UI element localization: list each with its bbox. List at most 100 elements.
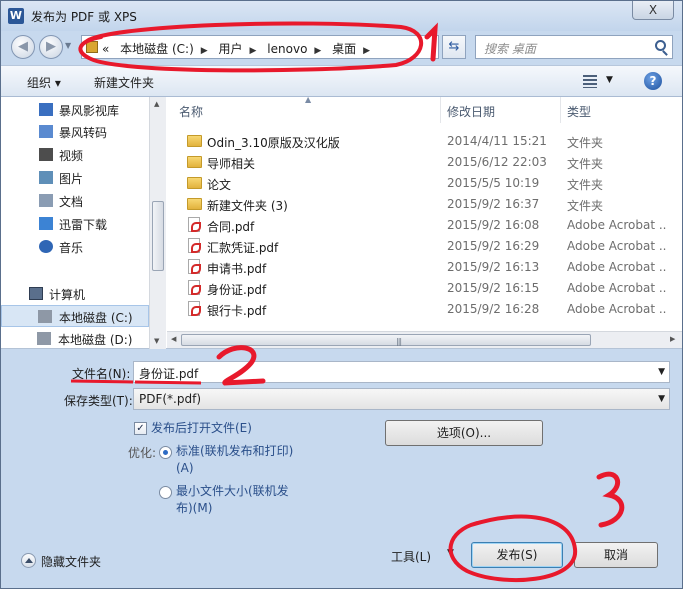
tools-menu[interactable]: 工具(L) xyxy=(391,548,431,565)
table-row[interactable]: 导师相关 2015/6/12 22:03 文件夹 xyxy=(167,152,682,173)
sidebar-item-convert[interactable]: 暴风转码 xyxy=(1,121,149,143)
sidebar-item-videos[interactable]: 视频 xyxy=(1,144,149,166)
file-list-horizontal-scrollbar[interactable]: ◀ ||| ▶ xyxy=(167,331,682,348)
file-date: 2015/9/2 16:37 xyxy=(447,197,540,211)
file-date: 2015/5/5 10:19 xyxy=(447,176,540,190)
computer-icon xyxy=(29,287,43,300)
sidebar-item-label: 图片 xyxy=(59,172,84,186)
table-row[interactable]: 汇款凭证.pdf 2015/9/2 16:29 Adobe Acrobat ..… xyxy=(167,236,682,257)
navigation-bar: ◀ ▶ ▼ « 本地磁盘 (C:) ▶ 用户 ▶ lenovo ▶ 桌面 ▶ ⇆ 搜索 … xyxy=(1,31,682,63)
options-button[interactable]: 选项(O)... xyxy=(385,420,543,446)
chevron-down-icon[interactable]: ▼ xyxy=(658,367,665,377)
open-after-publish-label[interactable]: 发布后打开文件(E) xyxy=(151,420,252,437)
search-input[interactable]: 搜索 桌面 xyxy=(475,35,673,59)
optimize-minimum-radio[interactable] xyxy=(159,486,172,499)
organize-menu[interactable]: 组织 ▾ xyxy=(27,74,61,91)
table-row[interactable]: Odin_3.10原版及汉化版 2014/4/11 15:21 文件夹 xyxy=(167,131,682,152)
video-library-icon xyxy=(39,103,53,116)
table-row[interactable]: 论文 2015/5/5 10:19 文件夹 xyxy=(167,173,682,194)
word-app-icon: W xyxy=(8,8,24,24)
sidebar-item-drive-c[interactable]: 本地磁盘 (C:) xyxy=(1,305,149,327)
column-header-date[interactable]: 修改日期 xyxy=(441,97,561,123)
optimize-standard-label[interactable]: 标准(联机发布和打印) (A) xyxy=(176,443,293,477)
file-name: 新建文件夹 (3) xyxy=(207,199,288,213)
close-button[interactable]: X xyxy=(632,1,674,20)
sidebar-item-label: 迅雷下载 xyxy=(59,218,108,232)
pdf-file-icon xyxy=(188,301,201,316)
cancel-button[interactable]: 取消 xyxy=(574,542,658,568)
column-header-name[interactable]: 名称 ▲ xyxy=(167,95,441,123)
file-date: 2015/9/2 16:15 xyxy=(447,281,540,295)
toolbar: 组织 ▾ 新建文件夹 ▼ ? xyxy=(1,65,682,97)
filename-field[interactable]: 身份证.pdf ▼ xyxy=(133,361,670,383)
filetype-label: 保存类型(T): xyxy=(64,394,133,408)
publish-button[interactable]: 发布(S) xyxy=(471,542,563,568)
collapse-up-icon[interactable] xyxy=(21,553,36,568)
scrollbar-thumb[interactable] xyxy=(152,201,164,271)
file-date: 2015/9/2 16:13 xyxy=(447,260,540,274)
navigation-pane-scrollbar[interactable]: ▲ ▼ xyxy=(149,97,166,349)
hide-folders-toggle[interactable]: 隐藏文件夹 xyxy=(41,553,101,570)
search-icon[interactable] xyxy=(655,40,666,51)
view-options-icon[interactable] xyxy=(583,75,597,88)
browser-content: 暴风影视库 暴风转码 视频 图片 文档 迅雷下载 音乐 计算机 本地磁盘 (C:… xyxy=(1,95,682,349)
drive-icon xyxy=(38,310,52,323)
forward-button[interactable]: ▶ xyxy=(39,35,63,59)
table-row[interactable]: 身份证.pdf 2015/9/2 16:15 Adobe Acrobat ... xyxy=(167,278,682,299)
breadcrumb-desktop[interactable]: 桌面 xyxy=(332,42,356,56)
sidebar-item-drive-d[interactable]: 本地磁盘 (D:) xyxy=(1,328,149,350)
sidebar-item-documents[interactable]: 文档 xyxy=(1,190,149,212)
music-icon xyxy=(39,240,53,253)
optimize-minimum-line2: 布)(M) xyxy=(176,501,213,515)
sidebar-item-label: 本地磁盘 (D:) xyxy=(58,333,133,347)
optimize-standard-radio[interactable] xyxy=(159,446,172,459)
refresh-button[interactable]: ⇆ xyxy=(442,35,466,59)
breadcrumb-users[interactable]: 用户 xyxy=(219,42,243,56)
file-type: 文件夹 xyxy=(567,136,604,150)
sort-ascending-icon: ▲ xyxy=(305,95,312,104)
optimize-minimum-label[interactable]: 最小文件大小(联机发 布)(M) xyxy=(176,483,289,517)
convert-icon xyxy=(39,125,53,138)
view-dropdown-icon[interactable]: ▼ xyxy=(606,75,613,85)
breadcrumb-overflow[interactable]: « xyxy=(102,42,109,56)
breadcrumb-lenovo[interactable]: lenovo xyxy=(267,42,307,56)
sidebar-item-pictures[interactable]: 图片 xyxy=(1,167,149,189)
table-row[interactable]: 新建文件夹 (3) 2015/9/2 16:37 文件夹 xyxy=(167,194,682,215)
table-row[interactable]: 合同.pdf 2015/9/2 16:08 Adobe Acrobat ... xyxy=(167,215,682,236)
chevron-right-icon[interactable]: ▶ xyxy=(250,46,257,56)
address-bar[interactable]: « 本地磁盘 (C:) ▶ 用户 ▶ lenovo ▶ 桌面 ▶ xyxy=(81,35,439,59)
sidebar-item-downloads[interactable]: 迅雷下载 xyxy=(1,213,149,235)
history-dropdown-icon[interactable]: ▼ xyxy=(65,41,71,50)
scroll-right-icon[interactable]: ▶ xyxy=(670,335,675,343)
sidebar-item-video-library[interactable]: 暴风影视库 xyxy=(1,99,149,121)
tools-dropdown-icon[interactable]: ▼ xyxy=(447,548,454,558)
file-name: 导师相关 xyxy=(207,157,256,171)
table-row[interactable]: 申请书.pdf 2015/9/2 16:13 Adobe Acrobat ... xyxy=(167,257,682,278)
file-type: Adobe Acrobat ... xyxy=(567,281,667,295)
file-date: 2015/9/2 16:28 xyxy=(447,302,540,316)
table-row[interactable]: 银行卡.pdf 2015/9/2 16:28 Adobe Acrobat ... xyxy=(167,299,682,320)
scroll-up-icon[interactable]: ▲ xyxy=(154,100,159,108)
filetype-select[interactable]: PDF(*.pdf) ▼ xyxy=(133,388,670,410)
scroll-down-icon[interactable]: ▼ xyxy=(154,337,159,345)
chevron-down-icon[interactable]: ▼ xyxy=(658,394,665,404)
chevron-right-icon[interactable]: ▶ xyxy=(201,46,208,56)
navigation-pane: 暴风影视库 暴风转码 视频 图片 文档 迅雷下载 音乐 计算机 本地磁盘 (C:… xyxy=(1,97,149,349)
chevron-right-icon[interactable]: ▶ xyxy=(314,46,321,56)
chevron-right-icon[interactable]: ▶ xyxy=(363,46,370,56)
scrollbar-thumb[interactable]: ||| xyxy=(181,334,591,346)
drive-icon xyxy=(37,332,51,345)
open-after-publish-checkbox[interactable]: ✓ xyxy=(134,422,147,435)
sidebar-item-label: 音乐 xyxy=(59,241,84,255)
sidebar-item-music[interactable]: 音乐 xyxy=(1,236,149,258)
title-bar: W 发布为 PDF 或 XPS X xyxy=(1,1,682,31)
help-icon[interactable]: ? xyxy=(644,72,662,90)
sidebar-item-computer[interactable]: 计算机 xyxy=(1,283,149,305)
file-name: 身份证.pdf xyxy=(207,283,267,297)
breadcrumb-drive-c[interactable]: 本地磁盘 (C:) xyxy=(120,42,194,56)
new-folder-button[interactable]: 新建文件夹 xyxy=(94,74,154,91)
back-button[interactable]: ◀ xyxy=(11,35,35,59)
column-header-type[interactable]: 类型 xyxy=(561,97,682,123)
scroll-left-icon[interactable]: ◀ xyxy=(171,335,176,343)
file-date: 2014/4/11 15:21 xyxy=(447,134,547,148)
